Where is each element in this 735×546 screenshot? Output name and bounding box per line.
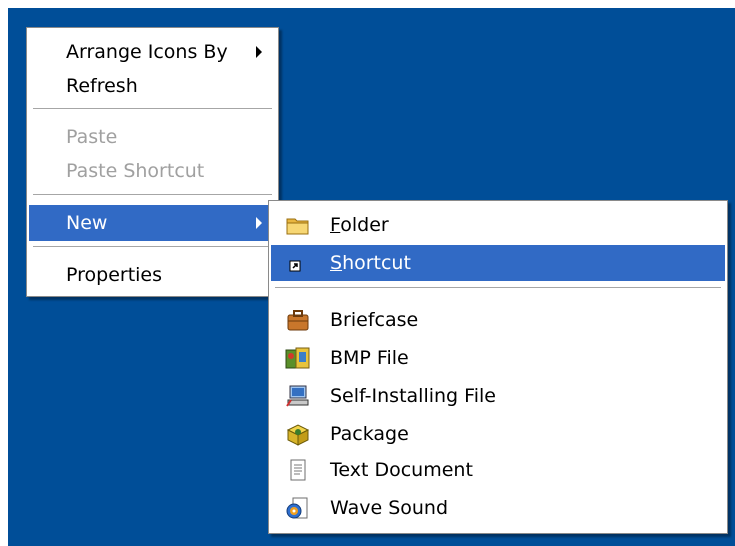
wave-sound-icon — [286, 497, 308, 519]
menu-item-properties[interactable]: Properties — [29, 257, 276, 293]
menu-item-label: Paste — [66, 126, 118, 148]
menu-separator — [33, 108, 272, 110]
menu-item-arrange-icons-by[interactable]: Arrange Icons By — [29, 34, 276, 70]
menu-item-paste[interactable]: Paste — [29, 119, 276, 155]
self-installing-file-icon — [286, 385, 309, 407]
shortcut-icon — [289, 260, 301, 272]
submenu-item-briefcase[interactable]: Briefcase — [271, 302, 725, 338]
menu-separator — [275, 287, 721, 289]
folder-icon — [286, 218, 309, 235]
menu-item-label: Folder — [330, 214, 389, 236]
menu-separator — [33, 246, 272, 248]
menu-item-new[interactable]: New — [29, 205, 276, 241]
menu-item-label: Refresh — [66, 75, 138, 97]
menu-item-paste-shortcut[interactable]: Paste Shortcut — [29, 153, 276, 189]
briefcase-icon — [287, 310, 309, 331]
menu-item-label: Self-Installing File — [330, 385, 496, 407]
menu-item-label: Shortcut — [330, 252, 411, 274]
menu-item-label: Properties — [66, 264, 163, 286]
menu-item-label: Briefcase — [330, 309, 419, 331]
submenu-arrow-icon — [256, 46, 262, 58]
menu-item-label: New — [66, 212, 108, 234]
bmp-file-icon — [285, 347, 310, 369]
desktop-context-menu: Arrange Icons By Refresh Paste Paste Sho… — [26, 27, 279, 297]
menu-item-label: Wave Sound — [330, 497, 449, 519]
submenu-item-package[interactable]: Package — [271, 416, 725, 452]
submenu-item-shortcut[interactable]: Shortcut — [271, 245, 725, 281]
menu-item-label: Arrange Icons By — [66, 41, 228, 63]
menu-item-label: Package — [330, 423, 409, 445]
new-submenu: Folder Shortcut Briefcase BMP File Self-… — [268, 200, 728, 534]
submenu-item-self-installing-file[interactable]: Self-Installing File — [271, 378, 725, 414]
submenu-item-wave-sound[interactable]: Wave Sound — [271, 490, 725, 526]
package-icon — [286, 424, 310, 446]
submenu-item-bmp-file[interactable]: BMP File — [271, 340, 725, 376]
submenu-arrow-icon — [256, 217, 262, 229]
text-document-icon — [290, 459, 306, 481]
submenu-item-text-document[interactable]: Text Document — [271, 452, 725, 488]
menu-separator — [33, 194, 272, 196]
submenu-item-folder[interactable]: Folder — [271, 207, 725, 243]
menu-item-label: Text Document — [330, 459, 473, 481]
menu-item-label: Paste Shortcut — [66, 160, 205, 182]
menu-item-refresh[interactable]: Refresh — [29, 68, 276, 104]
menu-item-label: BMP File — [330, 347, 409, 369]
